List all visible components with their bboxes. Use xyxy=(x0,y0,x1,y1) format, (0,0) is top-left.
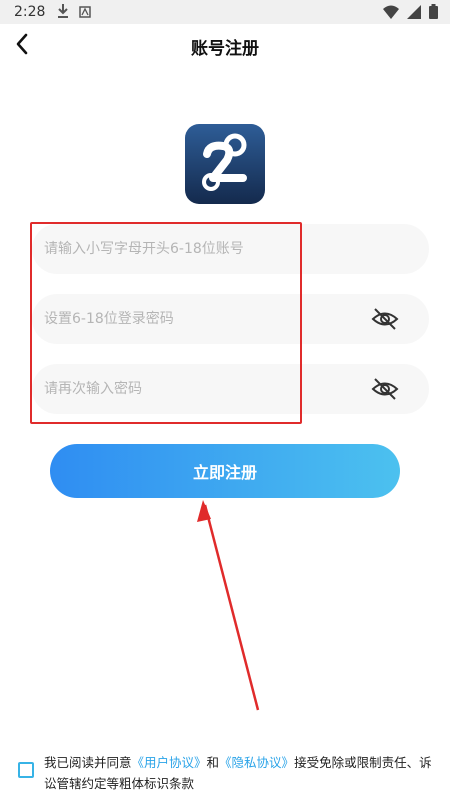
download-icon xyxy=(57,3,69,22)
status-bar: 2:28 xyxy=(0,0,450,24)
agreement-prefix: 我已阅读并同意 xyxy=(44,755,132,770)
register-button[interactable]: 立即注册 xyxy=(50,444,400,498)
app-logo xyxy=(185,124,265,204)
eye-off-icon xyxy=(371,308,399,330)
confirm-password-input[interactable] xyxy=(42,380,346,398)
confirm-password-field[interactable] xyxy=(32,364,429,414)
signal-icon xyxy=(407,4,421,23)
agreement-text: 我已阅读并同意《用户协议》和《隐私协议》接受免除或限制责任、诉讼管辖约定等粗体标… xyxy=(44,752,439,794)
privacy-agreement-link[interactable]: 《隐私协议》 xyxy=(219,755,294,770)
eye-off-icon xyxy=(371,378,399,400)
toggle-password-visibility-button[interactable] xyxy=(371,306,399,332)
agreement-checkbox[interactable] xyxy=(18,762,34,778)
user-agreement-link[interactable]: 《用户协议》 xyxy=(132,755,207,770)
page-title: 账号注册 xyxy=(191,39,259,59)
username-field[interactable] xyxy=(32,224,429,274)
agreement-and: 和 xyxy=(206,755,220,770)
top-bar: 账号注册 xyxy=(0,24,450,68)
battery-icon xyxy=(429,4,438,23)
password-input[interactable] xyxy=(42,310,346,328)
username-input[interactable] xyxy=(42,240,346,258)
toggle-confirm-visibility-button[interactable] xyxy=(371,376,399,402)
status-time: 2:28 xyxy=(14,4,46,20)
password-field[interactable] xyxy=(32,294,429,344)
wifi-icon xyxy=(383,4,399,23)
app-notification-icon xyxy=(79,3,92,22)
